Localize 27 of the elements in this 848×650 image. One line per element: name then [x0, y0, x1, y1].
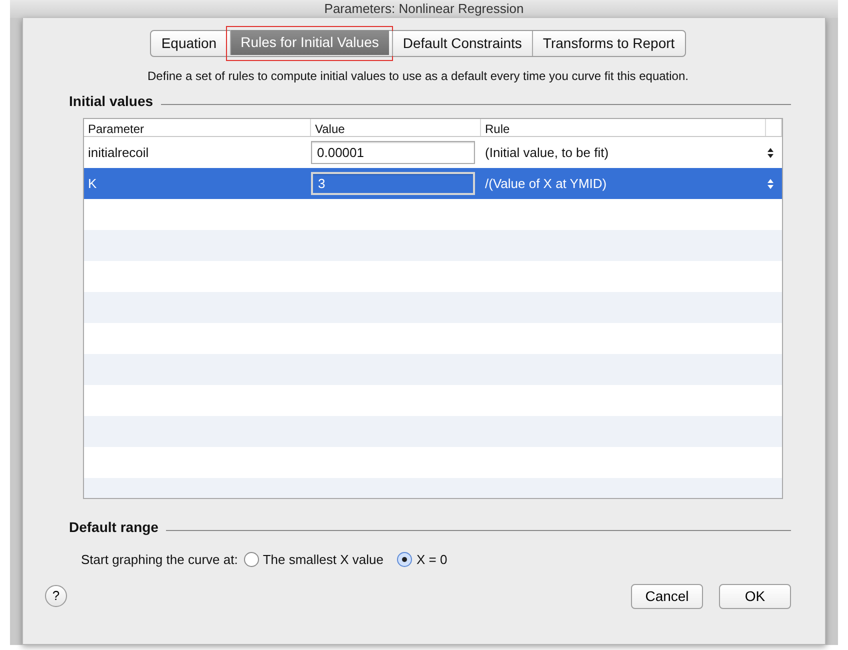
- column-header: Value: [311, 119, 481, 136]
- tab[interactable]: Rules for Initial Values: [230, 30, 389, 55]
- section-heading: Initial values: [69, 92, 154, 111]
- rule-dropdown[interactable]: (Initial value, to be fit): [481, 142, 782, 162]
- table-row[interactable]: initialrecoil 0.00001 (Initial value, to be fit): [84, 137, 782, 168]
- radio-option[interactable]: The smallest X value: [244, 550, 384, 570]
- column-header: Parameter: [84, 119, 311, 136]
- radio-label: Start graphing the curve at:: [81, 551, 238, 569]
- table-cell-text: initialrecoil: [87, 144, 150, 162]
- table-cell-text: K: [87, 174, 98, 193]
- stepper-arrows-icon: [767, 146, 774, 158]
- dialog-button[interactable]: Cancel: [631, 584, 703, 608]
- tab[interactable]: Transforms to Report: [532, 31, 685, 56]
- section-heading: Default range: [69, 518, 158, 537]
- dialog-button[interactable]: OK: [719, 584, 791, 608]
- window-title: Parameters: Nonlinear Regression: [10, 0, 838, 18]
- rule-dropdown[interactable]: /(Value of X at YMID): [481, 174, 782, 194]
- value-field[interactable]: 3: [311, 172, 475, 195]
- radio-option[interactable]: X = 0: [397, 550, 448, 570]
- description-text: Define a set of rules to compute initial values to use as a default every time you curve fit this equation.: [146, 68, 690, 85]
- column-header: Rule: [481, 119, 766, 136]
- tab[interactable]: Equation: [151, 31, 227, 56]
- help-button[interactable]: ?: [45, 585, 67, 607]
- value-field[interactable]: 0.00001: [311, 141, 475, 164]
- tab[interactable]: Default Constraints: [392, 31, 532, 56]
- table-row[interactable]: K 3 /(Value of X at YMID): [84, 168, 782, 199]
- stepper-arrows-icon: [767, 178, 774, 190]
